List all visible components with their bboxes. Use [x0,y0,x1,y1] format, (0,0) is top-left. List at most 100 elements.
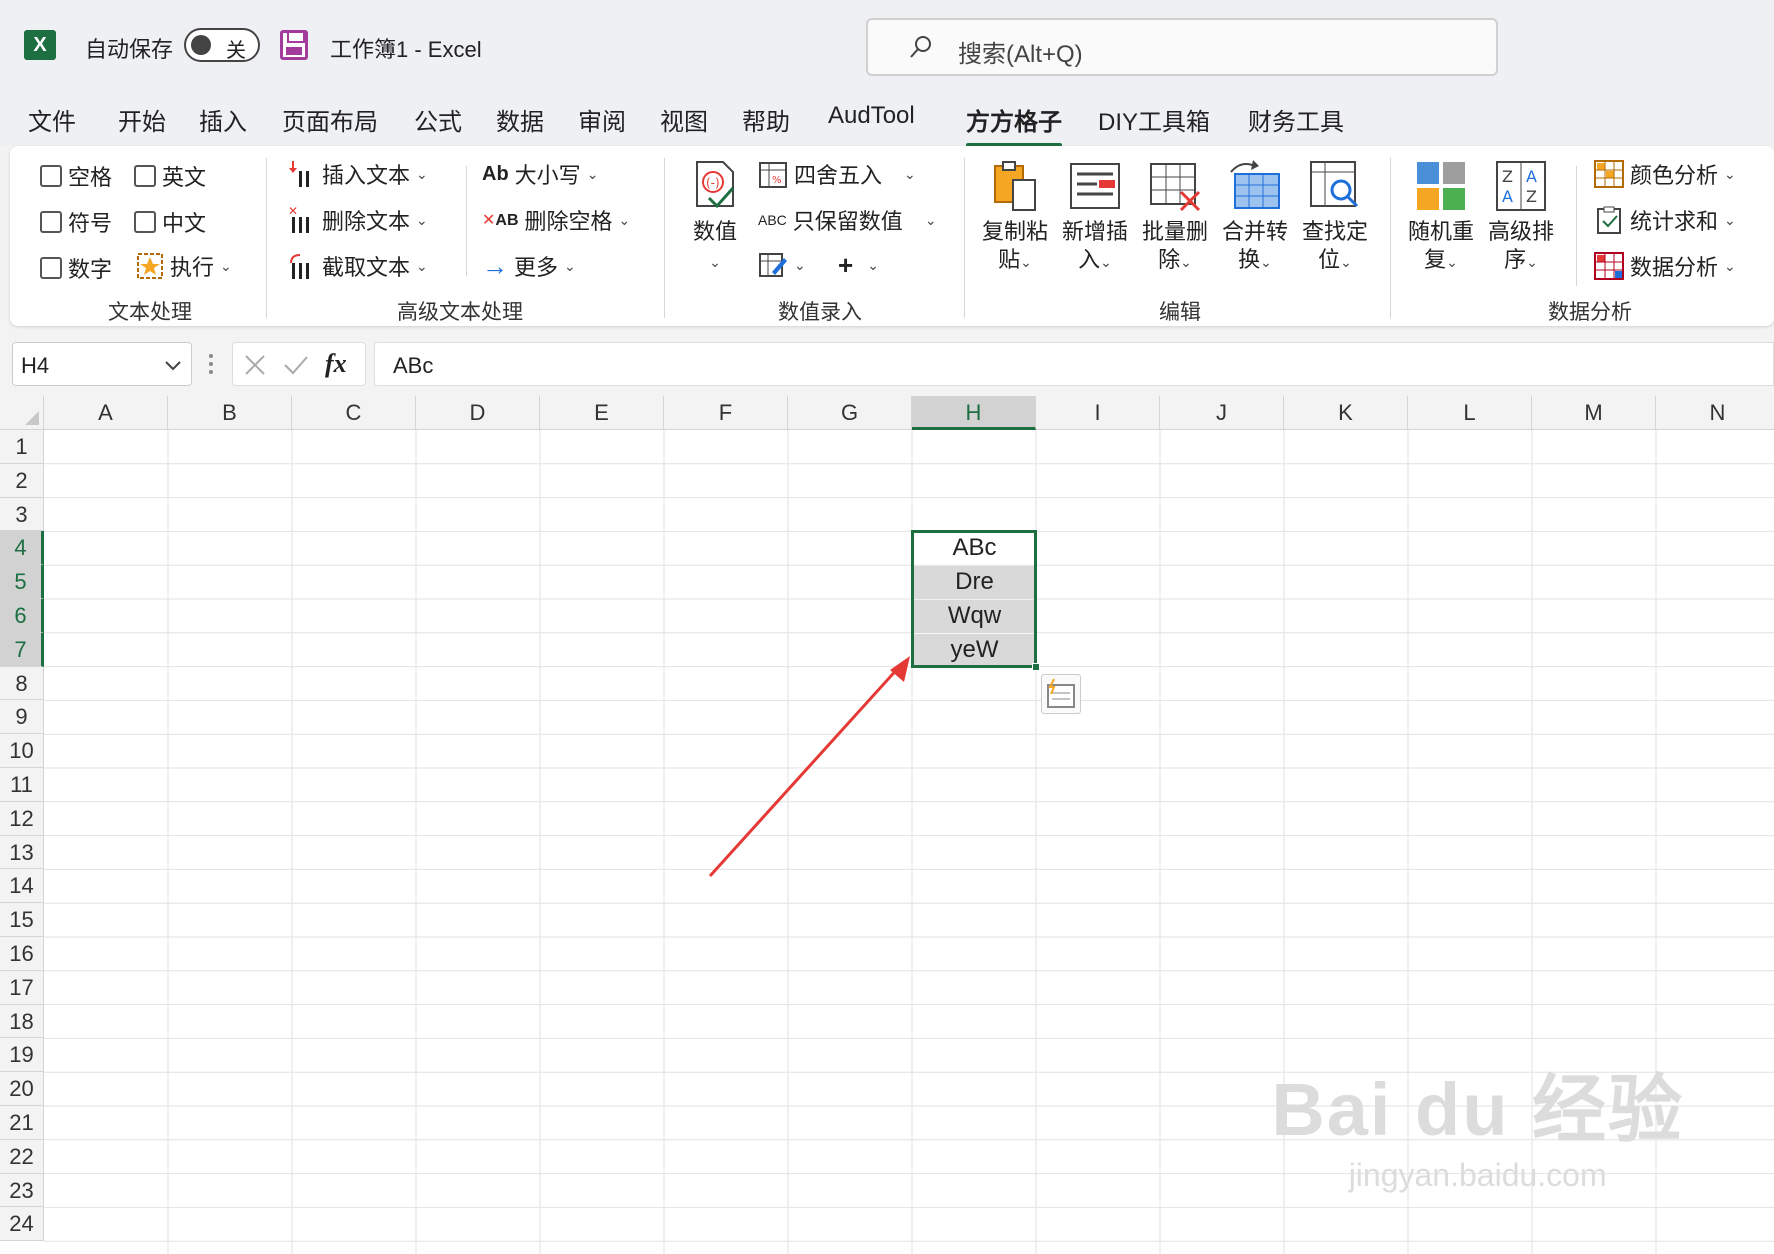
column-header-g[interactable]: G [788,396,912,430]
chevron-down-icon: ⌄ [1724,165,1736,182]
cell-h6[interactable]: Wqw [913,600,1036,633]
column-header-b[interactable]: B [168,396,292,430]
row-header-17[interactable]: 17 [0,970,44,1005]
row-header-2[interactable]: 2 [0,463,44,498]
row-header-3[interactable]: 3 [0,497,44,532]
row-header-18[interactable]: 18 [0,1004,44,1039]
edit-value-button[interactable]: ⌄ [758,250,806,280]
column-header-d[interactable]: D [416,396,540,430]
case-button[interactable]: Ab 大小写 ⌄ [482,158,598,190]
chevron-down-icon[interactable] [163,355,183,375]
checkbox-symbol[interactable]: 符号 [40,206,112,238]
cell-h7[interactable]: yeW [913,633,1036,667]
tab-data[interactable]: 数据 [496,102,544,137]
tab-view[interactable]: 视图 [660,102,708,137]
row-header-20[interactable]: 20 [0,1072,44,1106]
find-locate-button[interactable]: 查找定 位⌄ [1300,158,1370,276]
row-header-15[interactable]: 15 [0,903,44,937]
row-header-19[interactable]: 19 [0,1038,44,1073]
random-repeat-button[interactable]: 随机重 复⌄ [1406,158,1476,276]
row-header-4[interactable]: 4 [0,531,44,566]
copy-paste-button[interactable]: 复制粘 贴⌄ [980,158,1050,276]
tab-file[interactable]: 文件 [28,102,76,137]
tab-formulas[interactable]: 公式 [414,102,462,137]
column-header-i[interactable]: I [1036,396,1160,430]
insert-text-button[interactable]: 插入文本 ⌄ [288,158,428,190]
formula-input[interactable]: ABc [374,342,1774,386]
column-header-l[interactable]: L [1408,396,1532,430]
column-header-m[interactable]: M [1532,396,1656,430]
row-header-14[interactable]: 14 [0,869,44,904]
autosave-toggle[interactable]: 关 [184,28,260,62]
execute-button[interactable]: 执行 ⌄ [136,250,232,282]
column-header-a[interactable]: A [44,396,168,430]
delete-text-button[interactable]: ✕ 删除文本 ⌄ [288,204,428,236]
row-header-12[interactable]: 12 [0,801,44,836]
tab-insert[interactable]: 插入 [199,102,247,137]
cell-h4[interactable]: ABc [913,532,1036,565]
insert-function-icon[interactable]: fx [325,349,347,379]
checkbox-chinese[interactable]: 中文 [134,206,206,238]
more-options-icon[interactable] [206,350,216,378]
column-header-h[interactable]: H [912,396,1036,430]
confirm-icon[interactable] [283,353,309,377]
add-button[interactable]: + ⌄ [838,250,879,281]
checkbox-space[interactable]: 空格 [40,160,112,192]
chevron-down-icon: ⌄ [1724,257,1736,274]
tab-page-layout[interactable]: 页面布局 [282,102,378,137]
extract-text-button[interactable]: 截取文本 ⌄ [288,250,428,282]
column-header-k[interactable]: K [1284,396,1408,430]
checkbox-number[interactable]: 数字 [40,252,112,284]
color-analysis-button[interactable]: 颜色分析 ⌄ [1594,158,1736,190]
row-header-23[interactable]: 23 [0,1173,44,1208]
advanced-sort-button[interactable]: ZAAZ 高级排 序⌄ [1486,158,1556,276]
tab-review[interactable]: 审阅 [578,102,626,137]
row-header-21[interactable]: 21 [0,1106,44,1140]
tab-diy-toolbox[interactable]: DIY工具箱 [1098,102,1210,137]
tab-audtool[interactable]: AudTool [828,102,915,130]
stats-sum-button[interactable]: 统计求和 ⌄ [1594,204,1736,236]
row-header-22[interactable]: 22 [0,1139,44,1174]
search-input[interactable]: 搜索(Alt+Q) [866,18,1498,76]
name-box[interactable]: H4 [12,342,192,386]
round-button[interactable]: % 四舍五入 ⌄ [758,158,916,190]
cancel-icon[interactable] [243,353,267,377]
row-header-5[interactable]: 5 [0,565,44,599]
cell-h5[interactable]: Dre [913,566,1036,599]
batch-delete-button[interactable]: 批量删 除⌄ [1140,158,1210,276]
insert-new-button[interactable]: 新增插 入⌄ [1060,158,1130,276]
column-header-n[interactable]: N [1656,396,1774,430]
row-header-24[interactable]: 24 [0,1207,44,1242]
value-button[interactable]: (-) 数值 ⌄ [680,158,750,276]
row-header-7[interactable]: 7 [0,632,44,667]
row-header-9[interactable]: 9 [0,700,44,735]
column-header-e[interactable]: E [540,396,664,430]
checkbox-english[interactable]: 英文 [134,160,206,192]
worksheet-grid[interactable]: ABCDEFGHIJKLMN 1 2 3 4 5 6 7 8 9 10 11 12 13 14 15 16 17… [0,396,1774,1254]
delete-spaces-button[interactable]: ✕AB 删除空格 ⌄ [482,204,630,236]
row-header-11[interactable]: 11 [0,768,44,802]
quick-analysis-button[interactable] [1041,673,1081,714]
column-header-j[interactable]: J [1160,396,1284,430]
tab-finance-tools[interactable]: 财务工具 [1248,102,1344,137]
keep-values-button[interactable]: ABC 只保留数值 ⌄ [758,204,937,236]
row-header-10[interactable]: 10 [0,734,44,768]
row-header-1[interactable]: 1 [0,430,44,464]
tab-home[interactable]: 开始 [118,102,166,137]
merge-convert-button[interactable]: 合并转 换⌄ [1220,158,1290,276]
row-header-13[interactable]: 13 [0,835,44,870]
tab-fangfanggezi[interactable]: 方方格子 [966,102,1062,147]
column-header-f[interactable]: F [664,396,788,430]
tab-help[interactable]: 帮助 [742,102,790,137]
row-header-8[interactable]: 8 [0,666,44,701]
select-all-corner[interactable] [0,396,44,430]
save-icon[interactable] [280,30,308,60]
row-header-16[interactable]: 16 [0,937,44,971]
fill-handle[interactable] [1032,662,1040,671]
data-analysis-button[interactable]: 数据分析 ⌄ [1594,250,1736,282]
more-button[interactable]: → 更多 ⌄ [482,250,576,282]
chevron-down-icon: ⌄ [1020,254,1032,270]
row-header-6[interactable]: 6 [0,599,44,633]
autosave-state: 关 [226,40,246,62]
column-header-c[interactable]: C [292,396,416,430]
